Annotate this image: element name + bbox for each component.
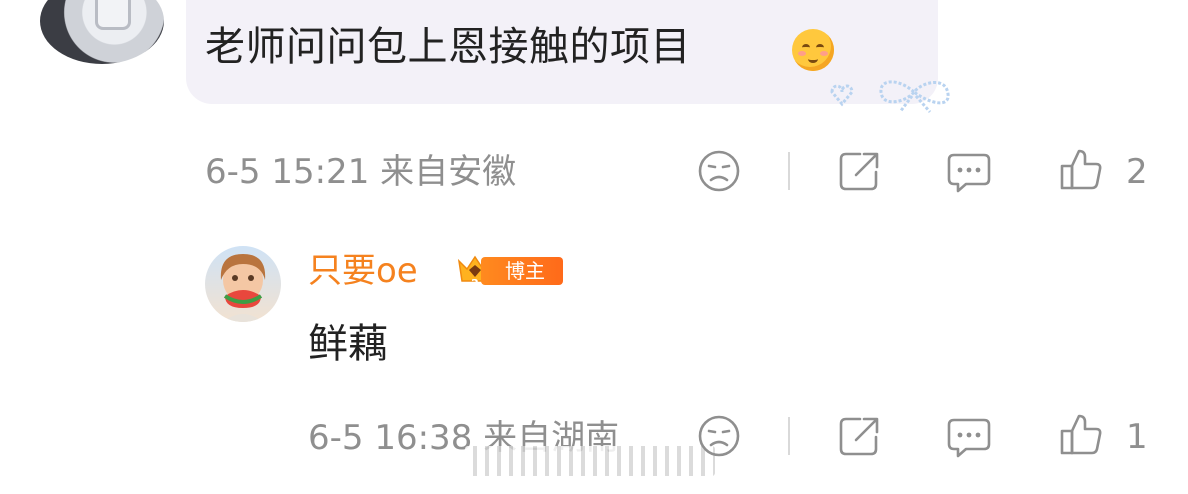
like-count: 2: [1126, 152, 1148, 192]
like-thumb-icon[interactable]: [1058, 146, 1104, 192]
comment-text: 老师问问包上恩接触的项目: [205, 24, 691, 70]
comment-icon[interactable]: [946, 148, 992, 194]
share-icon[interactable]: [836, 148, 882, 194]
girl-eating-watermelon-icon: [220, 254, 266, 322]
dislike-face-icon[interactable]: [696, 413, 742, 459]
like-thumb-icon[interactable]: [1058, 411, 1104, 457]
like-count: 1: [1126, 417, 1148, 457]
bow-decoration-icon: [830, 80, 950, 113]
comment-icon[interactable]: [946, 413, 992, 459]
badge-level: 2: [471, 277, 479, 289]
share-icon[interactable]: [836, 413, 882, 459]
watermark-overlay: [465, 446, 715, 476]
badge-label: 博主: [481, 257, 563, 285]
comment-meta: 6-5 15:21 来自安徽: [205, 152, 517, 192]
divider: [788, 152, 790, 190]
blogger-badge: 2 博主: [455, 253, 563, 289]
reply-text: 鲜藕: [308, 321, 388, 367]
blushing-face-emoji-icon: [792, 29, 834, 71]
dislike-face-icon[interactable]: [696, 148, 742, 194]
avatar[interactable]: [40, 0, 164, 64]
divider: [788, 417, 790, 455]
reply-username[interactable]: 只要oe: [308, 250, 418, 292]
reply-avatar[interactable]: [205, 246, 281, 322]
